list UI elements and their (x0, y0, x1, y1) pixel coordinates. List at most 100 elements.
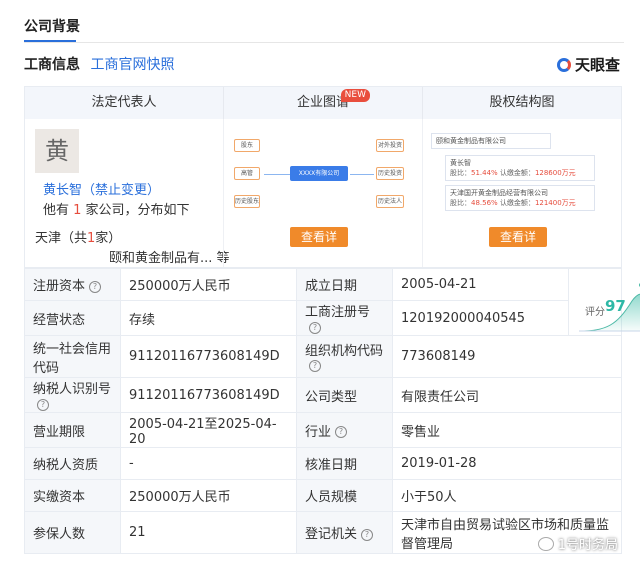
field-label-text: 纳税人识别号 (33, 382, 112, 397)
amount-label: 认缴金额： (499, 199, 535, 207)
field-label: 人员规模 (296, 479, 393, 512)
legal-rep-card: 黄 黄长智（禁止变更） 他有 1 家公司，分布如下 天津（共1家） 颐和黄金制品… (25, 119, 230, 267)
field-value-text: 零售业 (401, 424, 441, 440)
help-icon[interactable]: ? (361, 528, 374, 541)
wechat-icon (537, 536, 554, 551)
field-label: 行业? (296, 412, 393, 448)
equity-structure-preview[interactable]: 颐和黄金制品有限公司 黄长智 股比：51.44% 认缴金额：128600万元 天… (422, 119, 621, 267)
rep-company-count: 他有 1 家公司，分布如下 (43, 199, 190, 218)
field-label: 统一社会信用代码 (24, 335, 121, 378)
field-value: 21 (120, 511, 297, 554)
brand-name: 天眼查 (574, 56, 620, 74)
table-row: 纳税人识别号? 91120116773608149D 公司类型 有限责任公司 (24, 377, 622, 413)
field-label: 经营状态 (24, 300, 121, 336)
field-value: 91120116773608149D (120, 377, 297, 413)
graph-center-node: XXXX有限公司 (290, 166, 348, 181)
field-value-text: 2019-01-28 (401, 456, 477, 471)
score-curve-icon (578, 283, 640, 332)
help-icon[interactable]: ? (89, 280, 102, 293)
holder2-amount: 121400万元 (534, 199, 576, 207)
field-label-text: 核准日期 (305, 458, 358, 473)
holder1-name: 黄长智 (450, 159, 471, 167)
field-value: 小于50人 (392, 479, 622, 512)
field-label: 营业期限 (24, 412, 121, 448)
field-label: 公司类型 (296, 377, 393, 413)
section-title-underline (24, 40, 76, 42)
field-value: 2005-04-21 (392, 268, 569, 301)
help-icon[interactable]: ? (309, 321, 321, 334)
graph-node-shareholder: 股东 (234, 139, 260, 152)
field-label-text: 纳税人资质 (33, 458, 99, 473)
info-bar: 工商信息 工商官网快照 (24, 54, 174, 74)
field-label-text: 经营状态 (33, 312, 86, 328)
rep-region: 天津（共1家） (35, 227, 121, 246)
holder1-detail: 股比：51.44% 认缴金额：128600万元 (450, 168, 590, 178)
region-prefix: 天津（共 (35, 231, 88, 246)
field-value-text: 2005-04-21 (401, 277, 477, 292)
tab-enterprise-graph[interactable]: 企业图谱 NEW (223, 87, 422, 119)
holder2-name: 天津国开黄金制品经营有限公司 (450, 189, 548, 197)
business-info-label: 工商信息 (24, 57, 80, 73)
field-value: 250000万人民币 (120, 479, 297, 512)
field-value: 773608149 (392, 335, 622, 378)
field-value: 有限责任公司 (392, 377, 622, 413)
field-label: 注册资本? (24, 268, 121, 301)
field-value: 存续 (120, 300, 297, 336)
field-value: 120192000040545 (392, 300, 569, 336)
official-snapshot-link[interactable]: 工商官网快照 (90, 57, 174, 73)
rep-name-link[interactable]: 黄长智（禁止变更） (43, 179, 160, 198)
field-value-text: 120192000040545 (401, 310, 526, 326)
rep-company-link[interactable]: 颐和黄金制品有... 等 (109, 247, 230, 266)
field-value-text: 773608149 (401, 349, 476, 364)
field-label-text: 公司类型 (305, 389, 358, 405)
help-icon[interactable]: ? (335, 426, 348, 438)
table-row: 统一社会信用代码 91120116773608149D 组织机构代码? 7736081… (24, 335, 622, 378)
graph-node-exec: 高管 (234, 167, 260, 180)
field-label: 成立日期 (296, 268, 393, 301)
field-value-text: 有限责任公司 (401, 389, 480, 405)
equity-holder-2: 天津国开黄金制品经营有限公司 股比：48.56% 认缴金额：121400万元 (445, 185, 595, 211)
field-value-text: - (129, 456, 134, 471)
field-value: 2019-01-28 (392, 447, 622, 480)
view-equity-button[interactable]: 查看详 (489, 227, 547, 247)
graph-edge (350, 174, 374, 175)
holder1-amount: 128600万元 (534, 169, 576, 177)
view-graph-button[interactable]: 查看详 (290, 227, 348, 247)
field-value-text: 存续 (129, 312, 156, 328)
table-row: 参保人数 21 登记机关? 天津市自由贸易试验区市场和质量监督管理局 (24, 511, 622, 554)
field-label: 实缴资本 (24, 479, 121, 512)
graph-node-hist-shareholder: 历史股东 (234, 195, 260, 208)
field-label-text: 统一社会信用代码 (33, 341, 112, 376)
brand-logo[interactable]: 天眼查 (556, 54, 620, 75)
field-label-text: 登记机关 (305, 527, 358, 542)
table-row: 注册资本? 250000万人民币 成立日期 2005-04-21 评分 97 (24, 268, 640, 336)
field-value-text: 21 (129, 525, 146, 540)
equity-company-node: 颐和黄金制品有限公司 (431, 133, 551, 149)
equity-holder-1: 黄长智 股比：51.44% 认缴金额：128600万元 (445, 155, 595, 181)
holder2-detail: 股比：48.56% 认缴金额：121400万元 (450, 198, 590, 208)
field-label: 工商注册号? (296, 300, 393, 336)
field-label: 纳税人识别号? (24, 377, 121, 413)
tab-equity-structure[interactable]: 股权结构图 (422, 87, 621, 119)
field-label-text: 行业 (305, 424, 332, 440)
amount-label: 认缴金额： (499, 169, 535, 177)
help-icon[interactable]: ? (37, 398, 49, 411)
holder1-ratio: 51.44% (471, 169, 498, 177)
enterprise-graph-preview[interactable]: 股东 高管 历史股东 XXXX有限公司 对外投资 历史投资 历史法人 查看详 (223, 119, 422, 267)
holder2-ratio: 48.56% (471, 199, 498, 207)
score-chart[interactable]: 评分 97 (568, 268, 640, 336)
rep-count-suffix: 家公司，分布如下 (81, 203, 190, 218)
field-label: 参保人数 (24, 511, 121, 554)
field-value-text: 小于50人 (401, 490, 457, 505)
field-value-text: 91120116773608149D (129, 387, 280, 403)
ratio-label: 股比： (450, 169, 471, 177)
field-value: - (120, 447, 297, 480)
field-label-text: 营业期限 (33, 424, 86, 440)
help-icon[interactable]: ? (309, 360, 321, 372)
table-row: 纳税人资质 - 核准日期 2019-01-28 (24, 447, 622, 480)
ratio-label: 股比： (450, 199, 471, 207)
tab-legal-rep[interactable]: 法定代表人 (25, 87, 223, 119)
field-value: 2005-04-21至2025-04-20 (120, 412, 297, 448)
field-value-text: 91120116773608149D (129, 349, 280, 364)
table-row: 经营状态 存续 工商注册号? 120192000040545 (24, 300, 622, 336)
